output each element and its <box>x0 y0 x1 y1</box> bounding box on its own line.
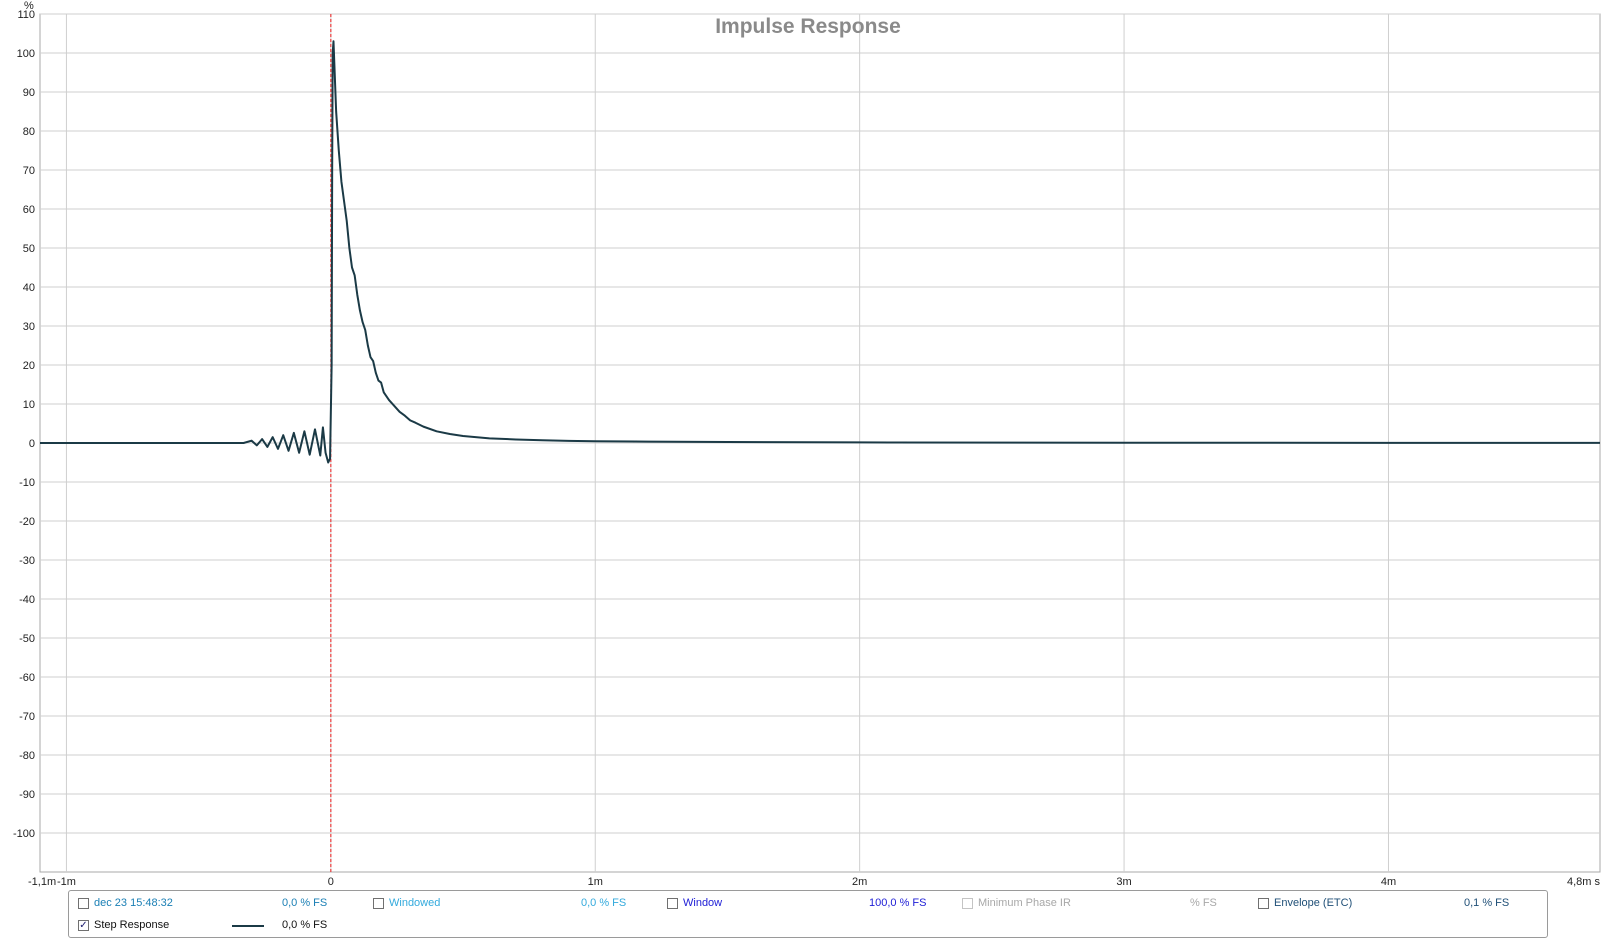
y-tick-label: -20 <box>19 516 35 528</box>
impulse-response-chart[interactable]: 1101009080706050403020100-10-20-30-40-50… <box>0 0 1617 890</box>
x-tick-label: 3m <box>1116 876 1131 888</box>
y-tick-label: 50 <box>23 243 35 255</box>
legend-value-windowed: 0,0 % FS <box>581 897 627 909</box>
y-axis-unit-label: % <box>24 0 34 12</box>
y-axis-ticks: 1101009080706050403020100-10-20-30-40-50… <box>13 9 35 840</box>
checkbox-envelope-etc[interactable] <box>1258 898 1269 909</box>
y-tick-label: -90 <box>19 789 35 801</box>
y-tick-label: 30 <box>23 321 35 333</box>
legend-value-envelope-etc: 0,1 % FS <box>1464 897 1510 909</box>
y-tick-label: -50 <box>19 633 35 645</box>
y-tick-label: 80 <box>23 126 35 138</box>
x-tick-label: 1m <box>588 876 603 888</box>
legend-value-measurement: 0,0 % FS <box>282 897 328 909</box>
y-tick-label: 20 <box>23 360 35 372</box>
y-tick-label: 60 <box>23 204 35 216</box>
x-tick-label: -1m <box>57 876 76 888</box>
y-tick-label: -10 <box>19 477 35 489</box>
y-tick-label: -40 <box>19 594 35 606</box>
x-tick-label: 0 <box>328 876 334 888</box>
y-tick-label: 100 <box>17 48 35 60</box>
legend-label-measurement[interactable]: dec 23 15:48:32 <box>94 896 173 910</box>
legend-label-windowed[interactable]: Windowed <box>389 896 440 910</box>
y-tick-label: -80 <box>19 750 35 762</box>
y-tick-label: 90 <box>23 87 35 99</box>
checkbox-window[interactable] <box>667 898 678 909</box>
legend-label-envelope-etc[interactable]: Envelope (ETC) <box>1274 896 1352 910</box>
legend-label-minimum-phase-ir[interactable]: Minimum Phase IR <box>978 896 1071 910</box>
legend-label-step-response[interactable]: Step Response <box>94 918 169 932</box>
legend-panel: dec 23 15:48:32 0,0 % FS Windowed 0,0 % … <box>68 890 1548 938</box>
legend-label-window[interactable]: Window <box>683 896 722 910</box>
y-tick-label: -70 <box>19 711 35 723</box>
y-tick-label: 0 <box>29 438 35 450</box>
y-tick-label: 70 <box>23 165 35 177</box>
y-tick-label: -100 <box>13 828 35 840</box>
chart-title: Impulse Response <box>715 15 901 38</box>
x-tick-label: 4m <box>1381 876 1396 888</box>
x-axis-ticks: -1,1m -1m 0 1m 2m 3m 4m 4,8m s <box>28 876 1600 888</box>
x-tick-label: -1,1m <box>28 876 56 888</box>
x-tick-label: 2m <box>852 876 867 888</box>
checkbox-windowed[interactable] <box>373 898 384 909</box>
y-tick-label: 40 <box>23 282 35 294</box>
legend-value-minimum-phase-ir: % FS <box>1190 897 1217 909</box>
y-tick-label: -30 <box>19 555 35 567</box>
x-tick-label: 4,8m s <box>1567 876 1601 888</box>
checkbox-measurement[interactable] <box>78 898 89 909</box>
y-tick-label: 10 <box>23 399 35 411</box>
legend-swatch-step-response <box>232 925 264 927</box>
checkbox-step-response[interactable]: ✓ <box>78 920 89 931</box>
legend-value-window: 100,0 % FS <box>869 897 927 909</box>
legend-value-step-response: 0,0 % FS <box>282 919 328 931</box>
y-tick-label: -60 <box>19 672 35 684</box>
checkbox-minimum-phase-ir[interactable] <box>962 898 973 909</box>
